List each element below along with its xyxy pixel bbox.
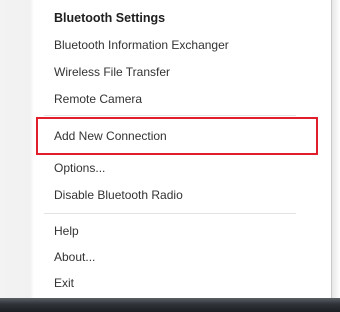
bluetooth-context-menu: Bluetooth Settings Bluetooth Information… [0, 0, 332, 298]
menu-separator [44, 213, 296, 215]
menu-item-exit[interactable]: Exit [54, 271, 74, 295]
taskbar [0, 298, 340, 312]
desktop-background [332, 0, 340, 298]
menu-item-remote-camera[interactable]: Remote Camera [54, 87, 142, 111]
menu-item-bluetooth-information-exchanger[interactable]: Bluetooth Information Exchanger [54, 33, 229, 57]
menu-item-options[interactable]: Options... [54, 156, 105, 180]
menu-item-about[interactable]: About... [54, 245, 95, 269]
menu-item-help[interactable]: Help [54, 219, 79, 243]
menu-item-disable-bluetooth-radio[interactable]: Disable Bluetooth Radio [54, 183, 183, 207]
highlight-annotation-box [36, 117, 318, 155]
menu-item-wireless-file-transfer[interactable]: Wireless File Transfer [54, 60, 170, 84]
menu-item-bluetooth-settings[interactable]: Bluetooth Settings [54, 6, 165, 30]
screenshot: Bluetooth Settings Bluetooth Information… [0, 0, 340, 312]
